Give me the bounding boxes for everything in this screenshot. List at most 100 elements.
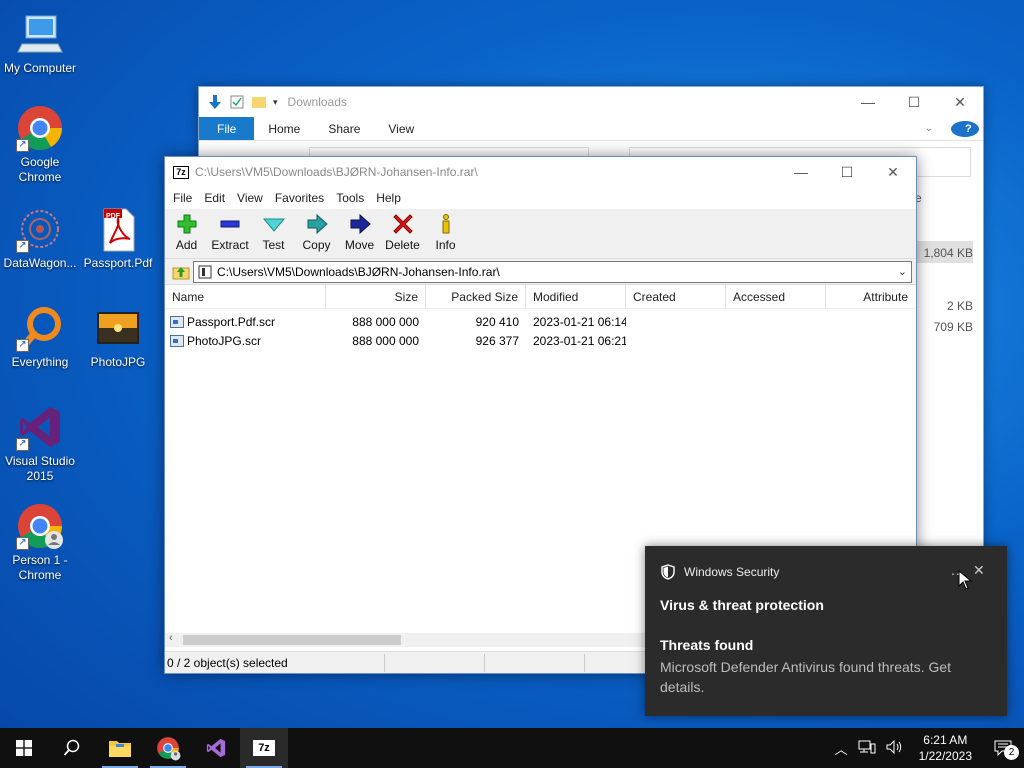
shortcut-arrow-icon: ↗	[16, 139, 29, 152]
col-accessed[interactable]: Accessed	[726, 285, 826, 309]
maximize-button[interactable]: ☐	[891, 87, 937, 117]
action-center-button[interactable]: 2	[982, 728, 1024, 768]
maximize-button[interactable]: ☐	[824, 157, 870, 187]
help-icon[interactable]: ?	[947, 117, 983, 140]
tab-share[interactable]: Share	[314, 117, 374, 140]
system-tray: ︿ 6:21 AM 1/22/2023 2	[830, 728, 1024, 768]
start-button[interactable]	[0, 728, 48, 768]
everything-search-icon: ↗	[16, 304, 64, 352]
minimize-button[interactable]: —	[778, 157, 824, 187]
col-packed-size[interactable]: Packed Size	[426, 285, 526, 309]
taskbar-chrome[interactable]	[144, 728, 192, 768]
col-size[interactable]: Size	[326, 285, 426, 309]
clock-date: 1/22/2023	[918, 749, 972, 763]
menu-file[interactable]: File	[167, 191, 198, 205]
address-input[interactable]: C:\Users\VM5\Downloads\BJØRN-Johansen-In…	[193, 260, 912, 283]
tab-view[interactable]: View	[374, 117, 428, 140]
taskbar-visual-studio[interactable]	[192, 728, 240, 768]
check-arrow-icon	[262, 218, 285, 232]
properties-check-icon[interactable]	[229, 94, 245, 110]
menu-help[interactable]: Help	[370, 191, 407, 205]
menu-favorites[interactable]: Favorites	[269, 191, 330, 205]
security-notification[interactable]: Windows Security ... ✕ Virus & threat pr…	[645, 546, 1007, 716]
desktop-icon-person1-chrome[interactable]: ↗ Person 1 - Chrome	[0, 502, 80, 583]
desktop-icon-photojpg[interactable]: PhotoJPG	[78, 304, 158, 370]
qa-dropdown-icon[interactable]: ▾	[273, 97, 278, 108]
info-button[interactable]: Info	[424, 209, 467, 258]
shortcut-arrow-icon: ↗	[16, 339, 29, 352]
add-label: Add	[175, 238, 198, 252]
network-icon[interactable]	[853, 740, 881, 757]
clock-time: 6:21 AM	[923, 733, 968, 747]
desktop-icon-label: Passport.Pdf	[83, 256, 153, 270]
desktop-icon-label: Everything	[11, 355, 69, 369]
desktop-icon-visual-studio[interactable]: ↗ Visual Studio 2015	[0, 403, 80, 484]
scroll-left-icon[interactable]: ‹	[169, 632, 173, 644]
explorer-titlebar[interactable]: ▾ Downloads — ☐ ✕	[199, 87, 983, 117]
add-button[interactable]: Add	[165, 209, 208, 258]
menu-view[interactable]: View	[231, 191, 269, 205]
table-row[interactable]: PhotoJPG.scr 888 000 000 926 377 2023-01…	[165, 331, 916, 350]
tab-home[interactable]: Home	[254, 117, 314, 140]
taskbar-7zip[interactable]: 7z	[240, 728, 288, 768]
test-button[interactable]: Test	[252, 209, 295, 258]
volume-icon[interactable]	[881, 739, 909, 757]
table-row[interactable]: Passport.Pdf.scr 888 000 000 920 410 202…	[165, 312, 916, 331]
desktop-icon-datawagon[interactable]: ↗ DataWagon...	[0, 205, 80, 271]
plus-icon	[177, 214, 196, 234]
ribbon-tabs: File Home Share View ⌄ ?	[199, 117, 983, 141]
desktop-icon-label: PhotoJPG	[90, 355, 146, 369]
search-icon	[63, 739, 80, 756]
file-rows: Passport.Pdf.scr 888 000 000 920 410 202…	[165, 309, 916, 350]
desktop-icon-everything[interactable]: ↗ Everything	[0, 304, 80, 370]
shortcut-arrow-icon: ↗	[16, 537, 29, 550]
delete-x-icon	[392, 214, 413, 234]
scrollbar-thumb[interactable]	[183, 635, 401, 645]
delete-button[interactable]: Delete	[381, 209, 424, 258]
chrome-profile-icon	[157, 737, 181, 761]
notification-body[interactable]: Microsoft Defender Antivirus found threa…	[660, 657, 990, 697]
tab-file[interactable]: File	[199, 117, 255, 140]
notification-app-name: Windows Security	[684, 565, 780, 579]
col-attributes[interactable]: Attribute	[826, 285, 915, 309]
menu-tools[interactable]: Tools	[330, 191, 370, 205]
taskbar-file-explorer[interactable]	[96, 728, 144, 768]
sevenzip-titlebar[interactable]: 7z C:\Users\VM5\Downloads\BJØRN-Johansen…	[165, 157, 916, 187]
desktop-icon-passport-pdf[interactable]: PDF Passport.Pdf	[78, 205, 158, 271]
folder-up-icon	[172, 266, 190, 279]
taskbar-clock[interactable]: 6:21 AM 1/22/2023	[909, 732, 982, 764]
show-hidden-icons-button[interactable]: ︿	[830, 739, 853, 758]
status-segment	[385, 653, 485, 672]
extract-button[interactable]: Extract	[208, 209, 252, 258]
col-created[interactable]: Created	[626, 285, 726, 309]
desktop-icon-google-chrome[interactable]: ↗ Google Chrome	[0, 104, 80, 185]
notification-close-button[interactable]: ✕	[973, 562, 985, 579]
col-modified[interactable]: Modified	[526, 285, 626, 309]
desktop-icon-label: DataWagon...	[3, 256, 77, 270]
archive-icon	[198, 265, 212, 278]
close-button[interactable]: ✕	[870, 157, 916, 187]
minimize-button[interactable]: —	[845, 87, 891, 117]
file-name-cell: Passport.Pdf.scr	[165, 315, 326, 329]
menu-edit[interactable]: Edit	[198, 191, 231, 205]
windows-logo-icon	[16, 740, 32, 756]
new-folder-icon[interactable]	[251, 94, 267, 110]
desktop-icon-my-computer[interactable]: My Computer	[0, 10, 80, 76]
explorer-size-cell: 1,804 KB	[923, 246, 973, 260]
move-button[interactable]: Move	[338, 209, 381, 258]
column-headers: Name Size Packed Size Modified Created A…	[165, 285, 916, 309]
quick-access-toolbar: ▾	[207, 94, 278, 110]
shield-icon	[661, 564, 675, 580]
info-icon	[442, 214, 449, 234]
search-button[interactable]	[48, 728, 96, 768]
close-button[interactable]: ✕	[937, 87, 983, 117]
col-name[interactable]: Name	[165, 285, 326, 309]
file-size: 888 000 000	[352, 314, 419, 329]
file-packed-size: 920 410	[475, 314, 519, 329]
desktop-icon-label: Visual Studio 2015	[5, 454, 75, 483]
folder-up-button[interactable]	[169, 262, 193, 282]
copy-button[interactable]: Copy	[295, 209, 338, 258]
ribbon-expand-icon[interactable]: ⌄	[911, 117, 947, 140]
notification-header: Windows Security	[660, 564, 779, 580]
address-dropdown-icon[interactable]: ⌄	[898, 265, 907, 278]
